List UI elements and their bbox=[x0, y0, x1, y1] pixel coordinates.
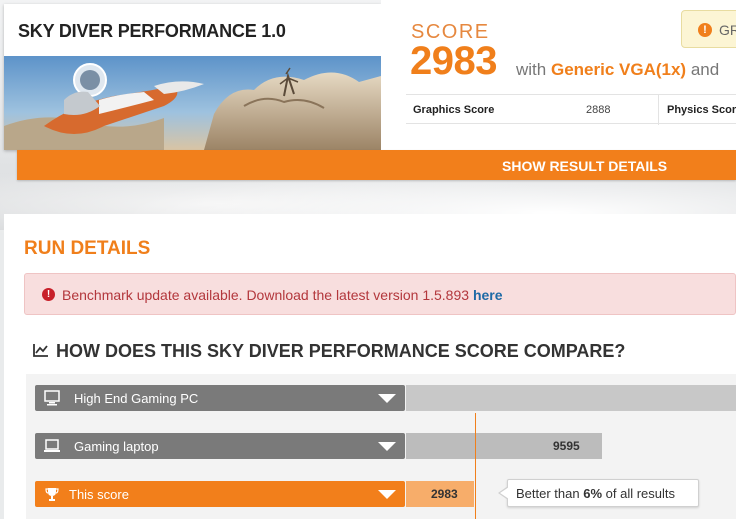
trophy-icon bbox=[45, 488, 59, 501]
compare-row-high-end-gaming-pc[interactable]: High End Gaming PC bbox=[35, 385, 405, 411]
graphics-score-label: Graphics Score bbox=[413, 104, 495, 116]
score-marker-line bbox=[475, 413, 476, 519]
row-select[interactable]: This score bbox=[35, 481, 405, 507]
hero-image bbox=[4, 56, 381, 150]
compare-row-gaming-laptop[interactable]: Gaming laptop bbox=[35, 433, 405, 459]
gr-badge[interactable]: ! GR bbox=[681, 10, 736, 48]
alert-text: Benchmark update available. Download the… bbox=[62, 287, 470, 303]
row-select[interactable]: Gaming laptop bbox=[35, 433, 405, 459]
show-result-details-button[interactable]: SHOW RESULT DETAILS bbox=[17, 150, 736, 180]
percentile-suffix: of all results bbox=[605, 486, 676, 501]
run-details-title: RUN DETAILS bbox=[24, 238, 151, 259]
bar-gaming-laptop: 9595 bbox=[406, 433, 602, 459]
chevron-down-icon[interactable] bbox=[378, 490, 396, 499]
chevron-down-icon[interactable] bbox=[378, 442, 396, 451]
graphics-score-value: 2888 bbox=[586, 104, 611, 116]
bar-value-gaming-laptop: 9595 bbox=[553, 439, 580, 453]
score-card: SCORE 2983 with Generic VGA(1x) and ! GR… bbox=[381, 0, 736, 150]
benchmark-title: SKY DIVER PERFORMANCE 1.0 bbox=[18, 21, 286, 41]
score-with-text: with bbox=[516, 60, 547, 79]
bar-value-this-score: 2983 bbox=[431, 487, 458, 501]
compare-title: HOW DOES THIS SKY DIVER PERFORMANCE SCOR… bbox=[56, 341, 626, 361]
row-label: High End Gaming PC bbox=[74, 391, 199, 406]
alert-message: Benchmark update available. Download the… bbox=[62, 287, 503, 303]
laptop-icon bbox=[44, 439, 60, 452]
row-label: This score bbox=[69, 487, 129, 502]
gpu-name[interactable]: Generic VGA(1x) bbox=[551, 60, 686, 79]
compare-row-this-score[interactable]: This score bbox=[35, 481, 405, 507]
percentile-value: 6% bbox=[583, 486, 603, 501]
benchmark-title-card: SKY DIVER PERFORMANCE 1.0 bbox=[4, 4, 381, 150]
line-chart-icon bbox=[33, 344, 48, 357]
score-value: 2983 bbox=[410, 39, 497, 83]
subscore-divider bbox=[658, 95, 659, 125]
show-result-details-label: SHOW RESULT DETAILS bbox=[502, 158, 668, 174]
gr-badge-label: GR bbox=[719, 22, 736, 38]
percentile-prefix: Better than bbox=[516, 486, 580, 501]
info-icon: ! bbox=[698, 23, 712, 37]
score-and-text: and bbox=[690, 60, 720, 79]
alert-icon: ! bbox=[42, 288, 55, 301]
download-link[interactable]: here bbox=[473, 287, 503, 303]
update-alert: ! Benchmark update available. Download t… bbox=[24, 273, 736, 315]
row-label: Gaming laptop bbox=[74, 439, 159, 454]
score-description: with Generic VGA(1x) and bbox=[516, 60, 719, 80]
physics-score-label: Physics Score bbox=[667, 104, 736, 116]
run-details-panel: RUN DETAILS ! Benchmark update available… bbox=[4, 214, 736, 519]
percentile-text: Better than 6% of all results bbox=[516, 486, 675, 501]
chevron-down-icon[interactable] bbox=[378, 394, 396, 403]
bar-high-end-gaming-pc bbox=[406, 385, 736, 411]
subscores-row: Graphics Score 2888 Physics Score bbox=[406, 94, 736, 125]
row-select[interactable]: High End Gaming PC bbox=[35, 385, 405, 411]
bar-this-score: 2983 bbox=[406, 481, 474, 507]
sky-diver-illustration bbox=[4, 56, 381, 150]
percentile-tooltip: Better than 6% of all results bbox=[498, 479, 699, 507]
desktop-icon bbox=[44, 390, 60, 406]
